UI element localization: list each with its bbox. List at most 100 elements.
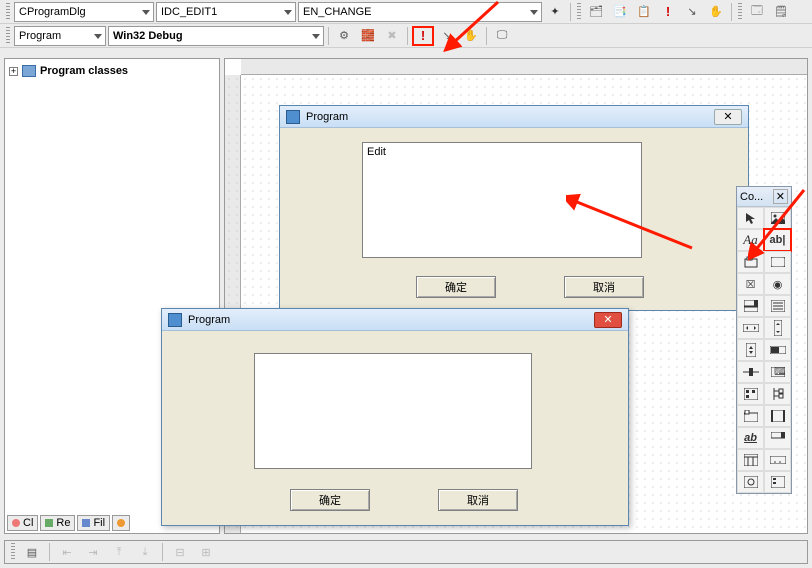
tool-combo-box[interactable] <box>737 295 764 317</box>
tool-checkbox[interactable]: ☒ <box>737 273 764 295</box>
app-icon <box>168 313 182 327</box>
tb-misc-button[interactable]: 🖵 <box>491 26 513 46</box>
tree-expander-icon[interactable]: + <box>9 67 18 76</box>
workspace-tabs: Cl Re Fil <box>7 515 130 531</box>
tool-static-text[interactable]: Aa <box>737 229 764 251</box>
separator <box>731 3 732 21</box>
tb-props-button[interactable]: 🗒 <box>770 2 792 22</box>
cancel-button-label: 取消 <box>467 492 489 508</box>
edit-box-icon: ab| <box>770 234 786 246</box>
static-text-icon: Aa <box>743 232 757 248</box>
close-button[interactable]: ✕ <box>714 109 742 125</box>
tb-step-button[interactable]: ↘ <box>681 2 703 22</box>
tool-datetime-picker[interactable] <box>764 427 791 449</box>
tool-button[interactable] <box>764 251 791 273</box>
cancel-button[interactable]: 取消 <box>438 489 518 511</box>
combo-active-project[interactable]: Program <box>14 26 106 46</box>
palette-grid: Aa ab| ☒ ◉ ⌨ ab <box>737 207 791 493</box>
tab-classview[interactable]: Cl <box>7 515 38 531</box>
resourceview-icon <box>45 519 53 527</box>
listctrl-icon <box>744 388 758 400</box>
tool-month-calendar[interactable] <box>737 449 764 471</box>
ruler-horizontal[interactable] <box>241 59 807 75</box>
edit-control[interactable]: Edit <box>362 142 642 258</box>
tab-resourceview[interactable]: Re <box>40 515 75 531</box>
execute-button[interactable]: ! <box>412 26 434 46</box>
ok-button[interactable]: 确定 <box>290 489 370 511</box>
fileview-icon <box>82 519 90 527</box>
toolbar-grip[interactable] <box>6 27 10 45</box>
tool-custom-control[interactable] <box>737 471 764 493</box>
design-dialog-titlebar[interactable]: Program ✕ <box>280 106 748 128</box>
toolbar-grip[interactable] <box>738 3 742 21</box>
palette-titlebar[interactable]: Co... ✕ <box>737 187 791 207</box>
align-bottom-button[interactable]: ⤓ <box>134 542 156 562</box>
edit-control[interactable] <box>254 353 532 469</box>
tool-rich-edit[interactable]: ab <box>737 427 764 449</box>
compile-button[interactable]: ⚙ <box>333 26 355 46</box>
combo-active-config[interactable]: Win32 Debug <box>108 26 324 46</box>
close-button[interactable]: ✕ <box>594 312 622 328</box>
tool-pointer[interactable] <box>737 207 764 229</box>
tool-tab-control[interactable] <box>737 405 764 427</box>
cancel-button[interactable]: 取消 <box>564 276 644 298</box>
tool-picture[interactable] <box>764 207 791 229</box>
tb-icon-3[interactable]: 📋 <box>633 2 655 22</box>
controls-palette[interactable]: Co... ✕ Aa ab| ☒ ◉ ⌨ ab <box>736 186 792 494</box>
tb-icon-1[interactable]: 🗂 <box>585 2 607 22</box>
tool-group-box[interactable] <box>737 251 764 273</box>
tab-label: Fil <box>93 517 105 529</box>
design-dialog[interactable]: Program ✕ Edit 确定 取消 <box>279 105 749 311</box>
combo-event[interactable]: EN_CHANGE <box>298 2 542 22</box>
tool-radio-button[interactable]: ◉ <box>764 273 791 295</box>
tool-ip-address[interactable] <box>764 449 791 471</box>
tool-vertical-scrollbar[interactable] <box>764 317 791 339</box>
align-top-button[interactable]: ⤒ <box>108 542 130 562</box>
combo-class[interactable]: CProgramDlg <box>14 2 154 22</box>
tool-spin[interactable] <box>737 339 764 361</box>
class-tree[interactable]: + Program classes <box>5 59 219 83</box>
stop-build-button[interactable]: ✖ <box>381 26 403 46</box>
go-button[interactable]: ↘ <box>436 26 458 46</box>
build-button[interactable]: 🧱 <box>357 26 379 46</box>
combo-control[interactable]: IDC_EDIT1 <box>156 2 296 22</box>
align-left-button[interactable]: ⇤ <box>56 542 78 562</box>
tool-hotkey[interactable]: ⌨ <box>764 361 791 383</box>
center-horizontal-button[interactable]: ⊞ <box>195 542 217 562</box>
slider-icon <box>743 367 759 377</box>
tb-exclaim-button[interactable]: ! <box>657 2 679 22</box>
vscroll-icon <box>774 320 782 336</box>
tb-hand-button[interactable]: ✋ <box>705 2 727 22</box>
tool-list-control[interactable] <box>737 383 764 405</box>
break-button[interactable]: ✋ <box>460 26 482 46</box>
tool-tree-control[interactable] <box>764 383 791 405</box>
test-dialog-button[interactable]: ▤ <box>21 542 43 562</box>
tool-list-box[interactable] <box>764 295 791 317</box>
toolbar-grip[interactable] <box>577 3 581 21</box>
tab-more[interactable] <box>112 515 130 531</box>
tb-icon-2[interactable]: 📑 <box>609 2 631 22</box>
align-right-button[interactable]: ⇥ <box>82 542 104 562</box>
tool-animate[interactable] <box>764 405 791 427</box>
tool-edit-box[interactable]: ab| <box>764 229 791 251</box>
palette-close-button[interactable]: ✕ <box>773 189 788 204</box>
tree-root[interactable]: + Program classes <box>9 65 215 77</box>
tool-horizontal-scrollbar[interactable] <box>737 317 764 339</box>
combo-event-value: EN_CHANGE <box>303 6 371 18</box>
dialog-layout-toolbar: ▤ ⇤ ⇥ ⤒ ⤓ ⊟ ⊞ <box>4 540 808 564</box>
tool-progress[interactable] <box>764 339 791 361</box>
ok-button[interactable]: 确定 <box>416 276 496 298</box>
toolbar-grip[interactable] <box>6 3 10 21</box>
tb-stack-button[interactable]: 🗔 <box>746 2 768 22</box>
toolbar-grip[interactable] <box>11 543 15 561</box>
center-vertical-button[interactable]: ⊟ <box>169 542 191 562</box>
tool-slider[interactable] <box>737 361 764 383</box>
tree-root-label: Program classes <box>40 65 128 77</box>
wizard-button[interactable]: ✦ <box>544 2 566 22</box>
runtime-dialog[interactable]: Program ✕ 确定 取消 <box>161 308 629 526</box>
tab-fileview[interactable]: Fil <box>77 515 110 531</box>
runtime-dialog-titlebar[interactable]: Program ✕ <box>162 309 628 331</box>
design-dialog-title: Program <box>306 111 348 123</box>
runtime-dialog-body: 确定 取消 <box>162 331 628 525</box>
tool-extended-combo[interactable] <box>764 471 791 493</box>
